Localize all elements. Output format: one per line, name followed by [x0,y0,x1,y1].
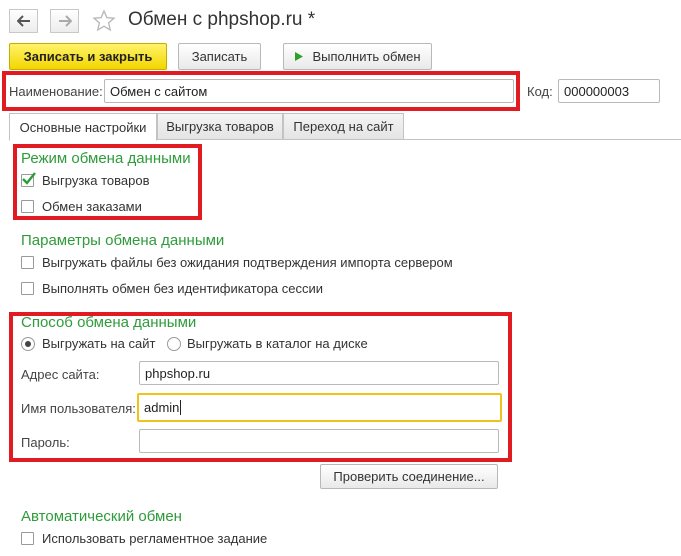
no-import-confirm-checkbox-label: Выгружать файлы без ожидания подтвержден… [42,255,453,270]
arrow-left-icon [16,15,30,27]
username-value: admin [144,400,180,415]
save-label: Записать [191,49,248,64]
check-connection-button[interactable]: Проверить соединение... [320,464,498,489]
orders-exchange-checkbox[interactable] [21,200,34,213]
save-and-close-button[interactable]: Записать и закрыть [9,43,167,70]
tab-goods-export-label: Выгрузка товаров [166,119,274,134]
scheduled-job-checkbox[interactable] [21,532,34,545]
scheduled-job-checkbox-label: Использовать регламентное задание [42,531,268,546]
orders-exchange-checkbox-label: Обмен заказами [42,199,142,214]
upload-to-folder-radio[interactable] [167,337,181,351]
goods-export-checkbox[interactable] [21,172,36,187]
goods-export-checkbox-label: Выгрузка товаров [42,173,150,188]
username-field[interactable]: admin [137,393,502,422]
name-value: Обмен с сайтом [110,83,208,99]
favorite-star-button[interactable] [92,9,116,33]
save-button[interactable]: Записать [178,43,261,70]
password-label: Пароль: [21,435,70,450]
password-field[interactable] [139,429,499,453]
forward-button[interactable] [50,9,79,33]
site-address-field[interactable]: phpshop.ru [139,361,499,385]
checkmark-icon [22,172,36,185]
auto-section-title: Автоматический обмен [21,508,182,525]
no-import-confirm-checkbox[interactable] [21,256,34,269]
star-icon [92,9,116,32]
mode-section-title: Режим обмена данными [21,150,191,167]
back-button[interactable] [9,9,38,33]
tab-goods-export[interactable]: Выгрузка товаров [157,113,283,140]
run-exchange-label: Выполнить обмен [312,49,421,64]
code-label: Код: [527,84,553,99]
site-address-value: phpshop.ru [145,365,211,381]
username-label: Имя пользователя: [21,401,136,416]
tab-go-to-site-label: Переход на сайт [293,119,394,134]
code-value: 000000003 [564,83,630,99]
text-cursor [180,400,182,415]
params-section-title: Параметры обмена данными [21,232,225,249]
run-exchange-button[interactable]: Выполнить обмен [283,43,432,70]
method-section-title: Способ обмена данными [21,314,197,331]
save-and-close-label: Записать и закрыть [23,49,153,64]
play-icon [295,52,304,61]
no-session-id-checkbox-label: Выполнять обмен без идентификатора сесси… [42,281,324,296]
window-title: Обмен с phpshop.ru * [128,9,316,30]
upload-to-folder-radio-label: Выгружать в каталог на диске [187,336,368,351]
code-field[interactable]: 000000003 [558,79,660,103]
tab-main-settings-label: Основные настройки [19,119,147,135]
tab-main-settings[interactable]: Основные настройки [9,113,157,141]
site-address-label: Адрес сайта: [21,367,100,382]
check-connection-label: Проверить соединение... [333,469,485,484]
name-field[interactable]: Обмен с сайтом [104,79,514,103]
no-session-id-checkbox[interactable] [21,282,34,295]
tab-go-to-site[interactable]: Переход на сайт [283,113,404,140]
upload-to-site-radio-label: Выгружать на сайт [42,336,156,351]
name-label: Наименование: [9,84,103,99]
arrow-right-icon [58,15,72,27]
upload-to-site-radio[interactable] [21,337,35,351]
